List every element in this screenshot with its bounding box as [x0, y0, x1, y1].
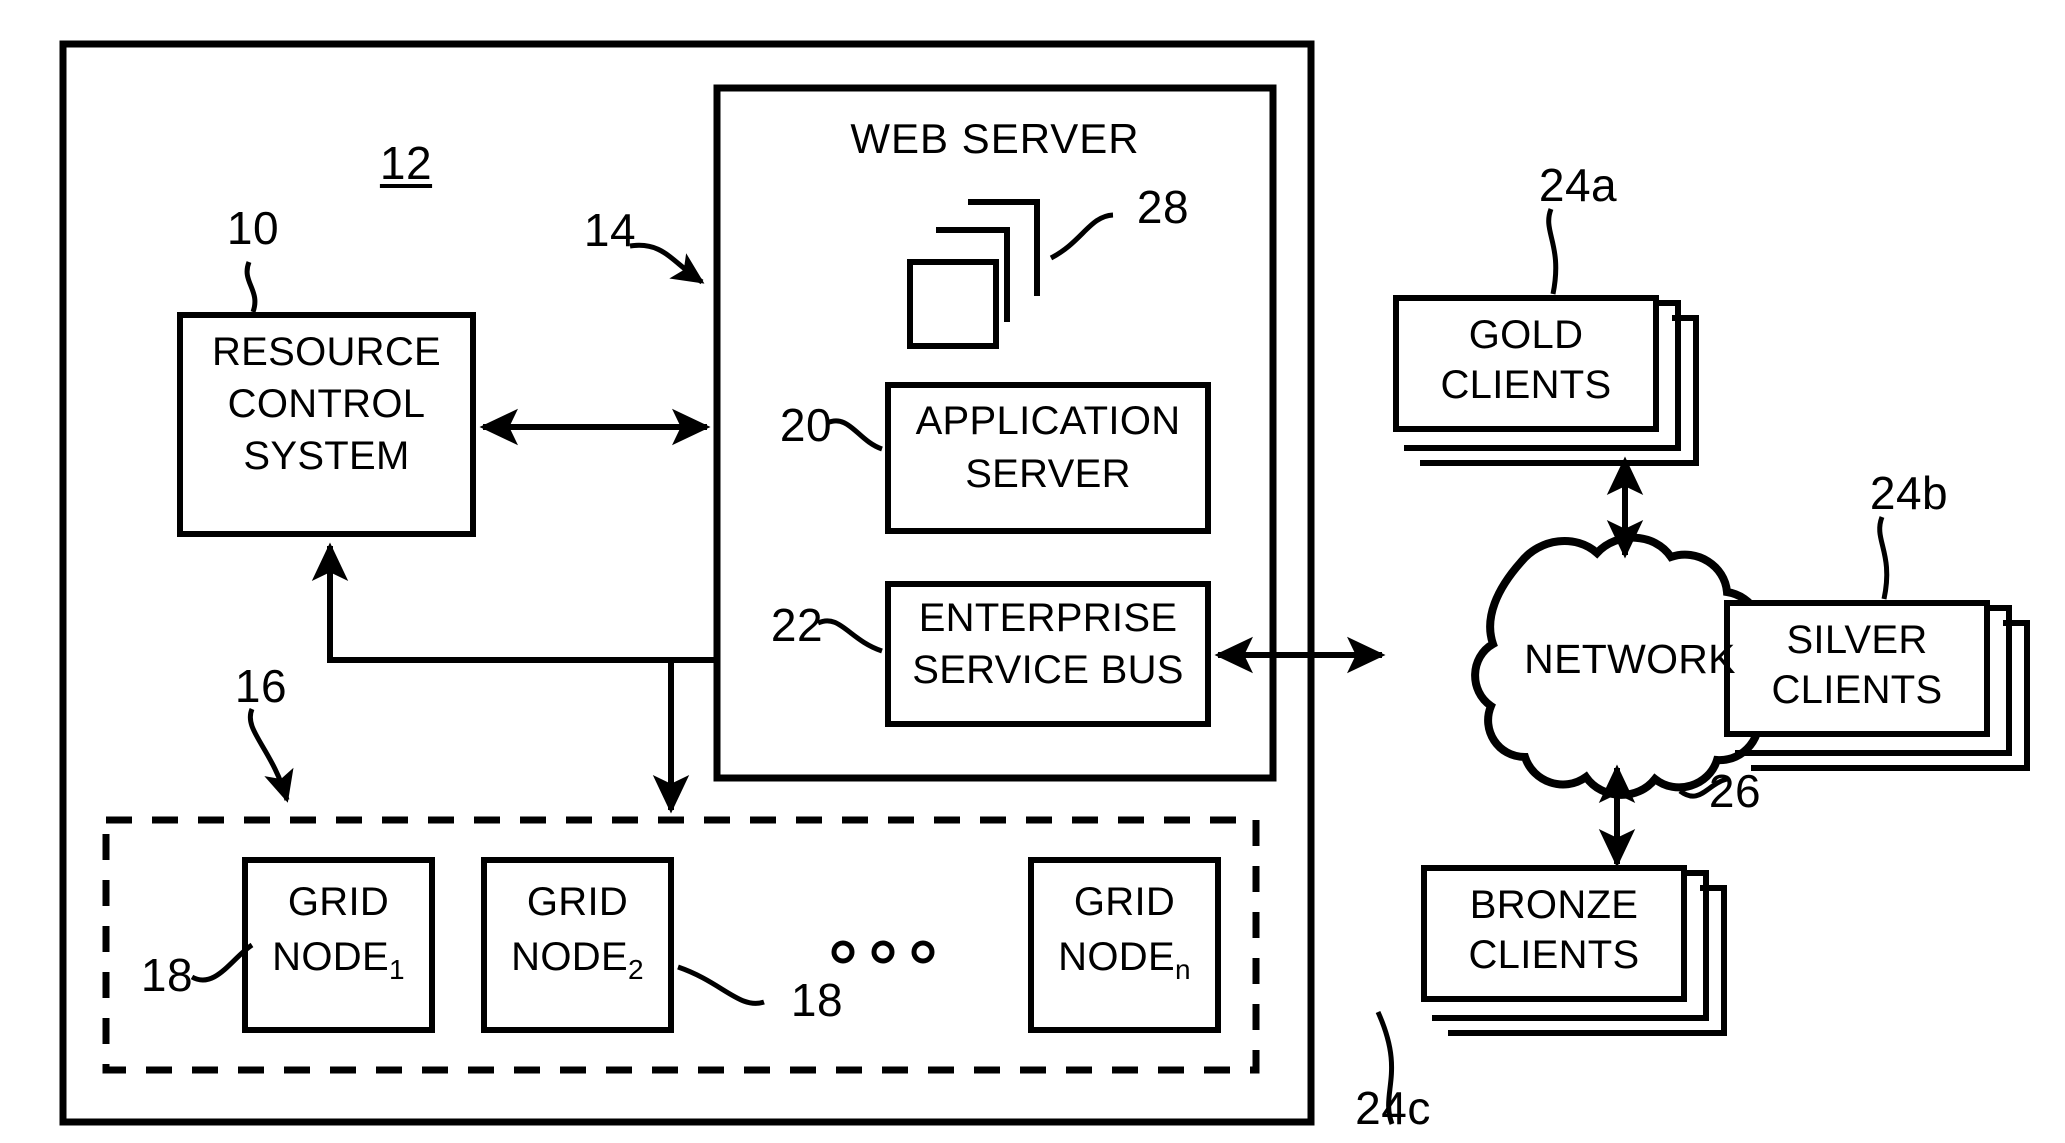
ref-outer-system: 12: [379, 137, 433, 189]
web-server-box: [713, 84, 1277, 782]
figure-canvas: 12 10 RESOURCE CONTROL SYSTEM 14 WEB SER…: [0, 0, 2065, 1143]
application-server-box: [885, 382, 1211, 534]
leader-18b: [677, 964, 765, 1006]
leader-28: [1049, 212, 1114, 261]
ref-enterprise-service-bus: 22: [770, 599, 824, 651]
ref-network: 26: [1708, 765, 1762, 817]
ref-resource-control-system: 10: [226, 202, 280, 254]
bronze-clients-label-line2: CLIENTS: [1468, 933, 1640, 977]
grid-node-2-subscript: 2: [627, 954, 644, 985]
ref-gold-clients: 24a: [1538, 159, 1618, 211]
application-server-label-line1: APPLICATION: [915, 399, 1181, 443]
leader-20: [825, 418, 883, 452]
grid-node-1-box: [242, 857, 435, 1033]
leader-24b: [1877, 516, 1890, 600]
gold-clients-stack: [1393, 295, 1699, 466]
leader-14: [629, 242, 705, 285]
leader-22: [816, 618, 883, 654]
ref-application-server: 20: [779, 399, 833, 451]
resource-control-system-label-line1: RESOURCE: [211, 330, 442, 374]
bronze-clients-stack: [1421, 865, 1727, 1036]
enterprise-service-bus-box: [885, 581, 1211, 727]
grid-node-n-word: NODE: [1058, 935, 1175, 979]
ref-documents-stack: 28: [1136, 181, 1190, 233]
grid-node-2-label-line1: GRID: [526, 880, 629, 924]
resource-control-system-box: [177, 312, 476, 537]
silver-clients-label-line2: CLIENTS: [1771, 668, 1943, 712]
grid-node-1-subscript: 1: [388, 954, 405, 985]
silver-clients-stack: [1724, 600, 2030, 771]
network-label: NETWORK: [1524, 636, 1736, 682]
outer-system-boundary: [59, 40, 1315, 1126]
diagram-vector-layer: [59, 40, 2030, 1126]
ref-silver-clients: 24b: [1869, 467, 1949, 519]
enterprise-service-bus-label-line2: SERVICE BUS: [912, 648, 1184, 692]
webserver-rcs-feedback-link: [311, 542, 717, 663]
resource-control-system-label-line2: CONTROL: [227, 382, 426, 426]
leader-18a: [190, 942, 254, 983]
grid-node-2-word: NODE: [511, 935, 628, 979]
ref-grid-group: 16: [234, 660, 288, 712]
grid-group-dashed-boundary: [102, 816, 1260, 1074]
stacked-pages-icon: [907, 199, 1040, 349]
ref-grid-node-1: 18: [140, 949, 194, 1001]
grid-node-n-box: [1028, 857, 1221, 1033]
leader-24a: [1546, 208, 1559, 295]
leader-10: [244, 261, 258, 313]
grid-node-1-label-line2: NODE1: [245, 935, 432, 985]
silver-clients-label-line1: SILVER: [1786, 618, 1928, 662]
leader-24c: [1375, 1010, 1395, 1125]
grid-node-n-label-line2: NODEn: [1031, 935, 1218, 985]
leader-26: [1678, 776, 1728, 799]
leader-16: [247, 708, 294, 803]
grid-node-1-word: NODE: [272, 935, 389, 979]
gold-clients-label-line2: CLIENTS: [1440, 363, 1612, 407]
grid-node-2-label-line2: NODE2: [484, 935, 671, 985]
ref-grid-node-2: 18: [790, 974, 844, 1026]
bronze-clients-label-line1: BRONZE: [1469, 883, 1639, 927]
ref-bronze-clients: 24c: [1355, 1082, 1431, 1134]
enterprise-service-bus-label-line1: ENTERPRISE: [918, 596, 1178, 640]
ellipsis-circles: [831, 940, 935, 964]
application-server-label-line2: SERVER: [965, 452, 1131, 496]
grid-node-1-label-line1: GRID: [287, 880, 390, 924]
web-server-title: WEB SERVER: [850, 115, 1140, 162]
webserver-grid-link: [652, 657, 717, 814]
network-cloud: [1471, 533, 1779, 799]
grid-node-n-label-line1: GRID: [1073, 880, 1176, 924]
grid-node-n-subscript: n: [1174, 954, 1191, 985]
grid-node-2-box: [481, 857, 674, 1033]
gold-clients-label-line1: GOLD: [1468, 313, 1584, 357]
resource-control-system-label-line3: SYSTEM: [243, 434, 410, 478]
ref-web-server: 14: [583, 204, 637, 256]
